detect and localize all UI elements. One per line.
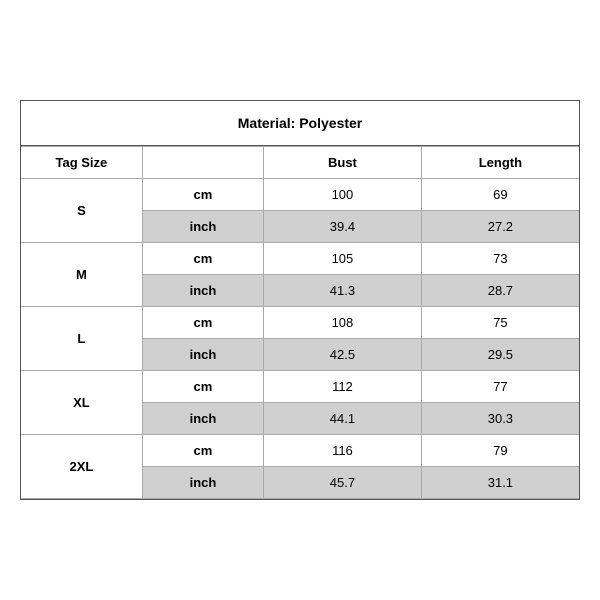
table-row: Mcm10573 [21,243,579,275]
bust-inch-value: 41.3 [264,275,422,307]
unit-cm: cm [142,435,263,467]
bust-inch-value: 44.1 [264,403,422,435]
unit-inch: inch [142,403,263,435]
unit-cm: cm [142,307,263,339]
chart-title: Material: Polyester [21,101,579,146]
size-label: S [21,179,142,243]
table-header-row: Tag Size Bust Length [21,147,579,179]
bust-cm-value: 105 [264,243,422,275]
bust-inch-value: 39.4 [264,211,422,243]
length-cm-value: 75 [421,307,579,339]
size-label: XL [21,371,142,435]
bust-inch-value: 45.7 [264,467,422,499]
table-row: Lcm10875 [21,307,579,339]
unit-inch: inch [142,275,263,307]
bust-cm-value: 112 [264,371,422,403]
unit-cm: cm [142,371,263,403]
length-inch-value: 31.1 [421,467,579,499]
size-label: 2XL [21,435,142,499]
size-label: L [21,307,142,371]
unit-header [142,147,263,179]
bust-cm-value: 108 [264,307,422,339]
table-row: 2XLcm11679 [21,435,579,467]
unit-inch: inch [142,339,263,371]
length-cm-value: 77 [421,371,579,403]
unit-inch: inch [142,467,263,499]
length-inch-value: 27.2 [421,211,579,243]
length-inch-value: 28.7 [421,275,579,307]
size-chart-container: Material: Polyester Tag Size Bust Length… [20,100,580,500]
size-label: M [21,243,142,307]
length-cm-value: 79 [421,435,579,467]
bust-inch-value: 42.5 [264,339,422,371]
length-header: Length [421,147,579,179]
length-cm-value: 73 [421,243,579,275]
length-inch-value: 30.3 [421,403,579,435]
size-table: Tag Size Bust Length Scm10069inch39.427.… [21,146,579,499]
bust-cm-value: 116 [264,435,422,467]
unit-cm: cm [142,179,263,211]
table-row: XLcm11277 [21,371,579,403]
bust-header: Bust [264,147,422,179]
unit-inch: inch [142,211,263,243]
unit-cm: cm [142,243,263,275]
bust-cm-value: 100 [264,179,422,211]
tag-size-header: Tag Size [21,147,142,179]
length-cm-value: 69 [421,179,579,211]
table-row: Scm10069 [21,179,579,211]
length-inch-value: 29.5 [421,339,579,371]
